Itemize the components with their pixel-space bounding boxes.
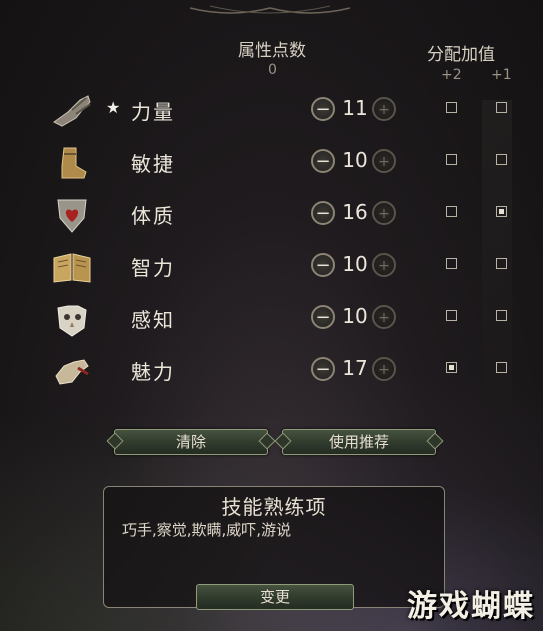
stat-value: 10 bbox=[342, 148, 368, 172]
decrease-button[interactable]: − bbox=[311, 149, 335, 173]
increase-button[interactable]: + bbox=[372, 201, 396, 225]
points-value: 0 bbox=[268, 62, 277, 78]
stat-name: 智力 bbox=[131, 256, 175, 280]
bonus2-checkbox[interactable] bbox=[446, 102, 457, 113]
bonus1-checkbox[interactable] bbox=[496, 362, 507, 373]
change-button[interactable]: 变更 bbox=[196, 584, 354, 610]
gauntlet-icon bbox=[53, 95, 91, 127]
bonus2-checkbox[interactable] bbox=[446, 206, 457, 217]
stat-row-strength: ★ 力量 − 11 + bbox=[0, 86, 543, 138]
bonus1-checkbox[interactable] bbox=[496, 310, 507, 321]
bonus2-checkbox[interactable] bbox=[446, 310, 457, 321]
bonus-label: 分配加值 bbox=[427, 45, 495, 65]
increase-button[interactable]: + bbox=[372, 253, 396, 277]
use-recommended-button[interactable]: 使用推荐 bbox=[282, 429, 436, 455]
stat-row-wisdom: 感知 − 10 + bbox=[0, 294, 543, 346]
decrease-button[interactable]: − bbox=[311, 97, 335, 121]
stat-row-dexterity: 敏捷 − 10 + bbox=[0, 138, 543, 190]
proficiency-skills: 巧手,察觉,欺瞒,威吓,游说 bbox=[122, 521, 292, 539]
bonus1-checkbox[interactable] bbox=[496, 258, 507, 269]
increase-button[interactable]: + bbox=[372, 357, 396, 381]
bonus2-checkbox[interactable] bbox=[446, 362, 457, 373]
stat-name: 体质 bbox=[131, 204, 175, 228]
proficiency-title: 技能熟练项 bbox=[221, 495, 327, 519]
star-icon: ★ bbox=[106, 98, 121, 117]
increase-button[interactable]: + bbox=[372, 97, 396, 121]
stat-value: 11 bbox=[342, 96, 368, 120]
hand-icon bbox=[55, 359, 89, 385]
plus2-header: +2 bbox=[441, 67, 462, 83]
points-label: 属性点数 bbox=[238, 41, 306, 61]
clear-button[interactable]: 清除 bbox=[114, 429, 268, 455]
bonus2-checkbox[interactable] bbox=[446, 258, 457, 269]
stat-value: 17 bbox=[342, 356, 368, 380]
stat-name: 力量 bbox=[131, 100, 175, 124]
stat-row-intelligence: 智力 − 10 + bbox=[0, 242, 543, 294]
top-ornament bbox=[190, 5, 350, 14]
increase-button[interactable]: + bbox=[372, 149, 396, 173]
stat-value: 10 bbox=[342, 304, 368, 328]
stat-value: 10 bbox=[342, 252, 368, 276]
watermark-logo: 游戏蝴蝶 bbox=[407, 589, 535, 624]
stat-value: 16 bbox=[342, 200, 368, 224]
open-book-icon bbox=[53, 253, 91, 283]
stat-row-charisma: 魅力 − 17 + bbox=[0, 346, 543, 398]
plus1-header: +1 bbox=[491, 67, 512, 83]
increase-button[interactable]: + bbox=[372, 305, 396, 329]
decrease-button[interactable]: − bbox=[311, 305, 335, 329]
boot-icon bbox=[61, 147, 87, 179]
stat-name: 感知 bbox=[131, 308, 175, 332]
bonus1-checkbox[interactable] bbox=[496, 206, 507, 217]
decrease-button[interactable]: − bbox=[311, 201, 335, 225]
bonus1-checkbox[interactable] bbox=[496, 102, 507, 113]
bonus1-checkbox[interactable] bbox=[496, 154, 507, 165]
stat-name: 魅力 bbox=[131, 360, 175, 384]
decrease-button[interactable]: − bbox=[311, 357, 335, 381]
owl-mask-icon bbox=[57, 305, 87, 337]
heart-shield-icon bbox=[57, 199, 87, 233]
decrease-button[interactable]: − bbox=[311, 253, 335, 277]
bonus2-checkbox[interactable] bbox=[446, 154, 457, 165]
stat-name: 敏捷 bbox=[131, 152, 175, 176]
stat-row-constitution: 体质 − 16 + bbox=[0, 190, 543, 242]
